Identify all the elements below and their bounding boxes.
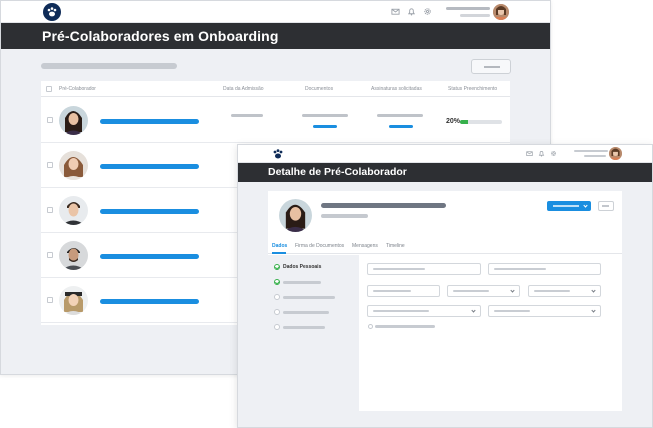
top-navbar <box>1 1 550 23</box>
name-placeholder[interactable] <box>100 209 199 214</box>
step-placeholder[interactable] <box>283 326 325 329</box>
column-header-documents[interactable]: Documentos <box>305 86 333 92</box>
name-placeholder[interactable] <box>100 299 199 304</box>
step-placeholder[interactable] <box>283 281 321 284</box>
column-header-name[interactable]: Pré-Colaborador <box>59 86 96 92</box>
chevron-down-icon <box>591 308 596 313</box>
step-circle-icon <box>274 294 280 300</box>
select-field[interactable] <box>447 285 520 297</box>
chevron-down-icon <box>591 288 596 293</box>
avatar <box>59 151 88 180</box>
top-navbar <box>238 145 652 163</box>
page-titlebar: Detalhe de Pré-Colaborador <box>238 163 652 182</box>
table-row[interactable]: 20% <box>41 98 510 143</box>
row-checkbox[interactable] <box>47 117 53 123</box>
user-avatar[interactable] <box>493 4 509 20</box>
employee-name-placeholder <box>321 203 446 208</box>
search-placeholder[interactable] <box>41 63 177 69</box>
gear-icon[interactable] <box>550 150 557 157</box>
action-button[interactable] <box>471 59 511 74</box>
text-field[interactable] <box>367 285 440 297</box>
chevron-down-icon <box>510 288 515 293</box>
avatar <box>59 286 88 315</box>
bell-icon[interactable] <box>538 150 545 157</box>
user-name-placeholder <box>574 150 608 157</box>
name-placeholder[interactable] <box>100 254 199 259</box>
tab-firma-de-documentos[interactable]: Firma de Documentos <box>295 243 344 249</box>
tab-timeline[interactable]: Timeline <box>386 243 405 249</box>
column-header-status[interactable]: Status Preenchimento <box>448 86 497 92</box>
progress-percent: 20% <box>446 118 461 125</box>
step-check-icon <box>274 264 280 270</box>
name-placeholder[interactable] <box>100 164 199 169</box>
avatar <box>59 196 88 225</box>
step-placeholder[interactable] <box>283 311 329 314</box>
user-name-placeholder <box>446 7 490 17</box>
step-check-icon <box>274 279 280 285</box>
documents-placeholder <box>302 114 348 117</box>
primary-action-button[interactable] <box>547 201 591 211</box>
user-avatar[interactable] <box>609 147 622 160</box>
employee-role-placeholder <box>321 214 368 218</box>
tab-mensagens[interactable]: Mensagens <box>352 243 378 249</box>
step-dados-pessoais[interactable]: Dados Pessoais <box>283 264 321 270</box>
detail-window: Detalhe de Pré-Colaborador Dados Firma d… <box>237 144 653 428</box>
select-all-checkbox[interactable] <box>46 86 52 92</box>
row-checkbox[interactable] <box>47 297 53 303</box>
stage: Pré-Colaboradores em Onboarding Pré-Cola… <box>0 0 653 428</box>
row-checkbox[interactable] <box>47 252 53 258</box>
detail-tabs: Dados Firma de Documentos Mensagens Time… <box>268 241 622 254</box>
paw-logo-icon[interactable] <box>43 3 61 21</box>
signatures-link[interactable] <box>389 125 413 128</box>
page-title: Pré-Colaboradores em Onboarding <box>42 28 279 44</box>
steps-sidebar: Dados Pessoais <box>268 255 359 411</box>
page-title: Detalhe de Pré-Colaborador <box>268 166 407 178</box>
documents-link[interactable] <box>313 125 337 128</box>
bell-icon[interactable] <box>407 7 416 16</box>
column-header-signatures[interactable]: Assinaturas solicitadas <box>371 86 422 92</box>
page-titlebar: Pré-Colaboradores em Onboarding <box>1 23 550 49</box>
paw-logo-icon[interactable] <box>271 147 285 161</box>
chevron-down-icon <box>583 203 588 208</box>
select-field[interactable] <box>528 285 601 297</box>
detail-card: Dados Firma de Documentos Mensagens Time… <box>268 191 622 411</box>
radio-option[interactable] <box>368 324 373 329</box>
name-placeholder[interactable] <box>100 119 199 124</box>
row-checkbox[interactable] <box>47 207 53 213</box>
active-tab-indicator <box>272 252 286 254</box>
top-icon-group <box>391 7 432 16</box>
text-field[interactable] <box>367 263 481 275</box>
row-checkbox[interactable] <box>47 162 53 168</box>
tab-dados[interactable]: Dados <box>272 243 287 249</box>
progress-bar <box>460 120 502 124</box>
step-placeholder[interactable] <box>283 296 335 299</box>
avatar <box>59 106 88 135</box>
text-field[interactable] <box>488 263 601 275</box>
mail-icon[interactable] <box>526 150 533 157</box>
chevron-down-icon <box>471 308 476 313</box>
step-circle-icon <box>274 309 280 315</box>
column-header-admission-date[interactable]: Data da Admissão <box>223 86 264 92</box>
top-icon-group <box>526 150 557 157</box>
select-field[interactable] <box>488 305 601 317</box>
select-field[interactable] <box>367 305 481 317</box>
mail-icon[interactable] <box>391 7 400 16</box>
step-circle-icon <box>274 324 280 330</box>
gear-icon[interactable] <box>423 7 432 16</box>
more-options-button[interactable] <box>598 201 614 211</box>
signatures-placeholder <box>377 114 423 117</box>
radio-label-placeholder <box>375 325 435 328</box>
table-header: Pré-Colaborador Data da Admissão Documen… <box>41 81 510 97</box>
avatar <box>279 199 312 232</box>
admission-date-placeholder <box>231 114 263 117</box>
avatar <box>59 241 88 270</box>
progress-bar-fill <box>460 120 469 124</box>
